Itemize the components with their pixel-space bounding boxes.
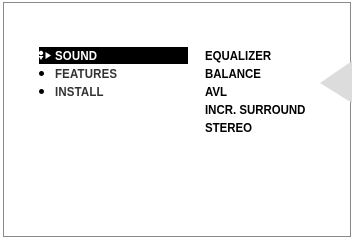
- main-menu-item-install[interactable]: INSTALL: [39, 83, 126, 101]
- main-menu-label-install: INSTALL: [55, 84, 104, 99]
- bullet-icon: [39, 71, 44, 76]
- main-menu-label-features: FEATURES: [55, 66, 118, 81]
- main-menu-label-sound: SOUND: [55, 48, 98, 63]
- sub-menu-item-stereo[interactable]: STEREO: [205, 119, 305, 137]
- main-menu-item-sound[interactable]: SOUND: [38, 47, 126, 65]
- sub-menu-item-balance[interactable]: BALANCE: [205, 65, 305, 83]
- sub-menu: EQUALIZER BALANCE AVL INCR. SURROUND STE…: [205, 47, 319, 137]
- sub-menu-item-avl[interactable]: AVL: [205, 83, 305, 101]
- cursor-arrow-icon: [38, 50, 51, 60]
- main-menu: SOUND FEATURES INSTALL: [38, 47, 126, 101]
- sub-menu-item-equalizer[interactable]: EQUALIZER: [205, 47, 305, 65]
- sub-menu-item-incr-surround[interactable]: INCR. SURROUND: [205, 101, 305, 119]
- main-menu-item-features[interactable]: FEATURES: [39, 65, 126, 83]
- bullet-icon: [39, 89, 44, 94]
- menu-screen: SOUND FEATURES INSTALL EQUALIZER BALANCE…: [3, 2, 352, 237]
